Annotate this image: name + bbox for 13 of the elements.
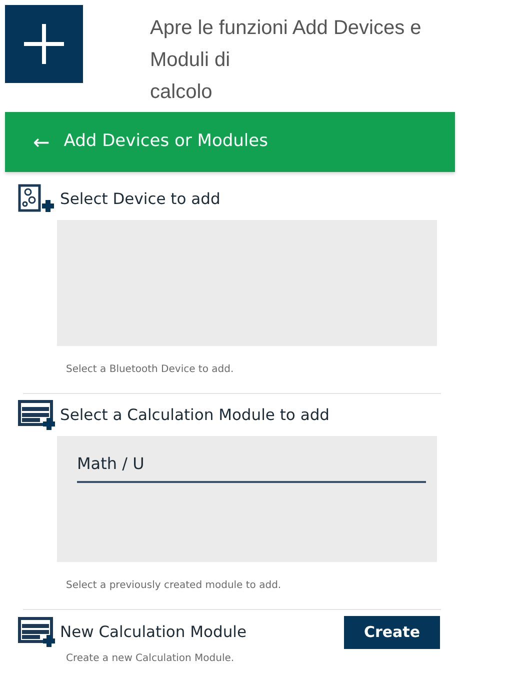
helper-text: Select a Bluetooth Device to add. xyxy=(66,363,235,377)
caption-text: Apre le funzioni Add Devices e Moduli di calcolo xyxy=(150,16,422,105)
create-button[interactable]: Create xyxy=(344,616,440,649)
helper-text: Create a new Calculation Module. xyxy=(66,652,236,666)
helper-text: Select a previously created module to add. xyxy=(66,579,282,593)
section-title: Select Device to add xyxy=(60,189,220,210)
section-title: Select a Calculation Module to add xyxy=(60,405,330,426)
module-plus-icon xyxy=(18,616,56,648)
plus-icon xyxy=(5,5,83,83)
app-title: Add Devices or Modules xyxy=(64,130,268,154)
section-title: New Calculation Module xyxy=(60,622,248,643)
list-item[interactable]: Math / U xyxy=(77,452,426,483)
module-plus-icon xyxy=(18,400,56,432)
